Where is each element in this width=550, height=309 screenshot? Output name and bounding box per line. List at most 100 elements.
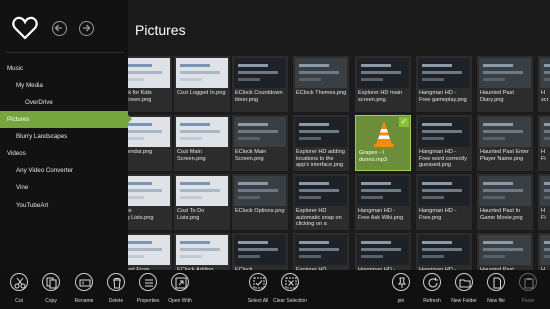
sidebar-item-blurry-landscapes[interactable]: Blurry Landscapes xyxy=(0,128,128,145)
file-tile[interactable]: Hangman HD - Free word xyxy=(416,233,472,270)
file-tile[interactable]: EClock Stopwatch.png xyxy=(232,233,288,270)
file-tile[interactable]: Cozi To Do Lists.png xyxy=(174,174,230,230)
file-thumbnail xyxy=(479,235,531,265)
file-tile[interactable]: ✓ Grapes - I dunno.mp3 xyxy=(355,115,411,171)
file-tile[interactable]: Hangman HD - Free Ask Wiki.png xyxy=(355,174,411,230)
file-tile[interactable]: EClock Options.png xyxy=(232,174,288,230)
file-tile[interactable]: Explorer HD main screen.png xyxy=(355,56,411,112)
sidebar-item-label: Any Video Converter xyxy=(16,167,73,174)
file-thumbnail xyxy=(418,117,470,147)
sidebar: Music My Media OverDrive Pictures Blurry Lan… xyxy=(0,0,132,270)
select-all-icon xyxy=(253,277,265,289)
sidebar-item-label: OverDrive xyxy=(25,99,53,106)
file-tile[interactable]: Haunted Past In Game Movie.png xyxy=(477,174,533,230)
file-name: Haunted Past In Game Movie.png xyxy=(480,208,523,221)
back-button[interactable] xyxy=(52,21,67,36)
sidebar-item-pictures[interactable]: Pictures xyxy=(0,111,132,128)
file-tile[interactable]: Haunted Past Enter Player Name.png xyxy=(477,115,533,171)
file-tile[interactable]: Cozi Main Screen.png xyxy=(174,115,230,171)
file-thumbnail xyxy=(418,176,470,206)
file-tile[interactable]: Hangman HD - Free gameplay.png xyxy=(416,56,472,112)
file-tile[interactable]: EClock Themes.png xyxy=(293,56,349,112)
file-tile[interactable]: Cozi Logged In.png xyxy=(174,56,230,112)
paste-button[interactable]: Paste xyxy=(510,273,546,307)
open-with-icon xyxy=(175,277,187,289)
new-folder-icon xyxy=(459,279,471,288)
file-tile[interactable]: EClock Main Screen.png xyxy=(232,115,288,171)
arrow-left-icon xyxy=(54,24,62,32)
app-bar: Cut Copy Rename Delete Properties Open With Se… xyxy=(0,270,550,309)
file-thumbnail xyxy=(234,176,286,206)
file-name: Haunted Past Diary.png xyxy=(480,90,514,103)
file-tile[interactable]: Haunted Past Diary.png xyxy=(477,56,533,112)
app-bar-button-circle xyxy=(75,273,93,291)
file-tile[interactable]: H scr xyxy=(538,56,550,112)
sidebar-item-youtubeart[interactable]: YouTubeArt xyxy=(0,197,128,214)
app-bar-button-label: Paste xyxy=(521,298,535,304)
app-bar-button-circle xyxy=(392,273,410,291)
app-bar-button-circle xyxy=(249,273,267,291)
app-bar-button-circle xyxy=(139,273,157,291)
sidebar-item-label: Videos xyxy=(7,150,26,157)
file-thumbnail xyxy=(295,117,347,147)
sidebar-item-label: My Media xyxy=(16,82,43,89)
app-bar-button-label: Open With xyxy=(168,298,192,304)
app-bar-button-circle xyxy=(10,273,28,291)
sidebar-item-vine[interactable]: Vine xyxy=(0,179,128,196)
heart-icon[interactable] xyxy=(12,15,38,41)
file-thumbnail xyxy=(295,235,347,265)
sidebar-item-my-media[interactable]: My Media xyxy=(0,77,128,94)
file-tile[interactable]: Explorer HD adding locations to the app'… xyxy=(293,115,349,171)
sidebar-item-videos[interactable]: Videos xyxy=(0,145,128,162)
file-tile[interactable]: H In xyxy=(538,233,550,270)
file-tile[interactable]: Explorer HD automatic snap on clicking o… xyxy=(293,174,349,230)
file-tile[interactable]: Hangman HD - Free word correctly guessed… xyxy=(416,115,472,171)
sidebar-item-any-video-converter[interactable]: Any Video Converter xyxy=(0,162,128,179)
forward-button[interactable] xyxy=(79,21,94,36)
file-tile[interactable]: Haunted Past Classic Object xyxy=(477,233,533,270)
scissors-icon xyxy=(14,277,26,289)
file-tile[interactable]: H Fi xyxy=(538,174,550,230)
file-thumbnail xyxy=(234,235,286,265)
file-thumbnail xyxy=(234,117,286,147)
file-name: Explorer HD adding locations to the app'… xyxy=(296,149,345,169)
file-name: H Fi xyxy=(541,208,546,221)
sidebar-item-label: Music xyxy=(7,65,24,72)
file-tile[interactable]: H Fi xyxy=(538,115,550,171)
copy-icon xyxy=(46,277,57,289)
app-bar-button-circle xyxy=(281,273,299,291)
vlc-cone-icon xyxy=(374,121,394,147)
file-name: Cozi To Do Lists.png xyxy=(177,208,205,221)
file-thumbnail xyxy=(540,176,550,206)
file-tile[interactable]: Explorer HD copying and xyxy=(293,233,349,270)
page-title: Pictures xyxy=(135,22,186,38)
sidebar-item-music[interactable]: Music xyxy=(0,60,128,77)
file-name: Explorer HD main screen.png xyxy=(358,90,403,103)
sidebar-item-overdrive[interactable]: OverDrive xyxy=(0,94,128,111)
file-name: EClock Main Screen.png xyxy=(235,149,267,162)
app-bar-button-circle xyxy=(42,273,60,291)
rename-icon xyxy=(79,279,91,287)
file-name: EClock Options.png xyxy=(235,208,285,214)
file-name: Hangman HD - Free.png xyxy=(419,208,457,221)
file-tile[interactable]: EClock Adding Clock via Time xyxy=(174,233,230,270)
properties-icon xyxy=(145,279,153,287)
file-name: Cozi Logged In.png xyxy=(177,90,226,96)
open-with-button[interactable]: Open With xyxy=(162,273,198,307)
sidebar-item-label: Pictures xyxy=(7,116,30,123)
sidebar-divider xyxy=(6,52,124,53)
trash-icon xyxy=(113,278,121,289)
file-thumbnail xyxy=(176,235,228,265)
file-thumbnail xyxy=(357,58,409,88)
file-tile[interactable]: EClock Countdown timer.png xyxy=(232,56,288,112)
clear-selection-button[interactable]: Clear Selection xyxy=(272,273,308,307)
file-thumbnail xyxy=(357,235,409,265)
file-name: EClock Themes.png xyxy=(296,90,347,96)
file-name: Cozi Main Screen.png xyxy=(177,149,206,162)
clear-selection-icon xyxy=(285,277,297,289)
file-thumbnail xyxy=(418,235,470,265)
file-tile[interactable]: Hangman HD - Free.png xyxy=(416,174,472,230)
file-thumbnail xyxy=(479,117,531,147)
file-tile[interactable]: Hangman HD - Free categories xyxy=(355,233,411,270)
file-thumbnail xyxy=(176,58,228,88)
